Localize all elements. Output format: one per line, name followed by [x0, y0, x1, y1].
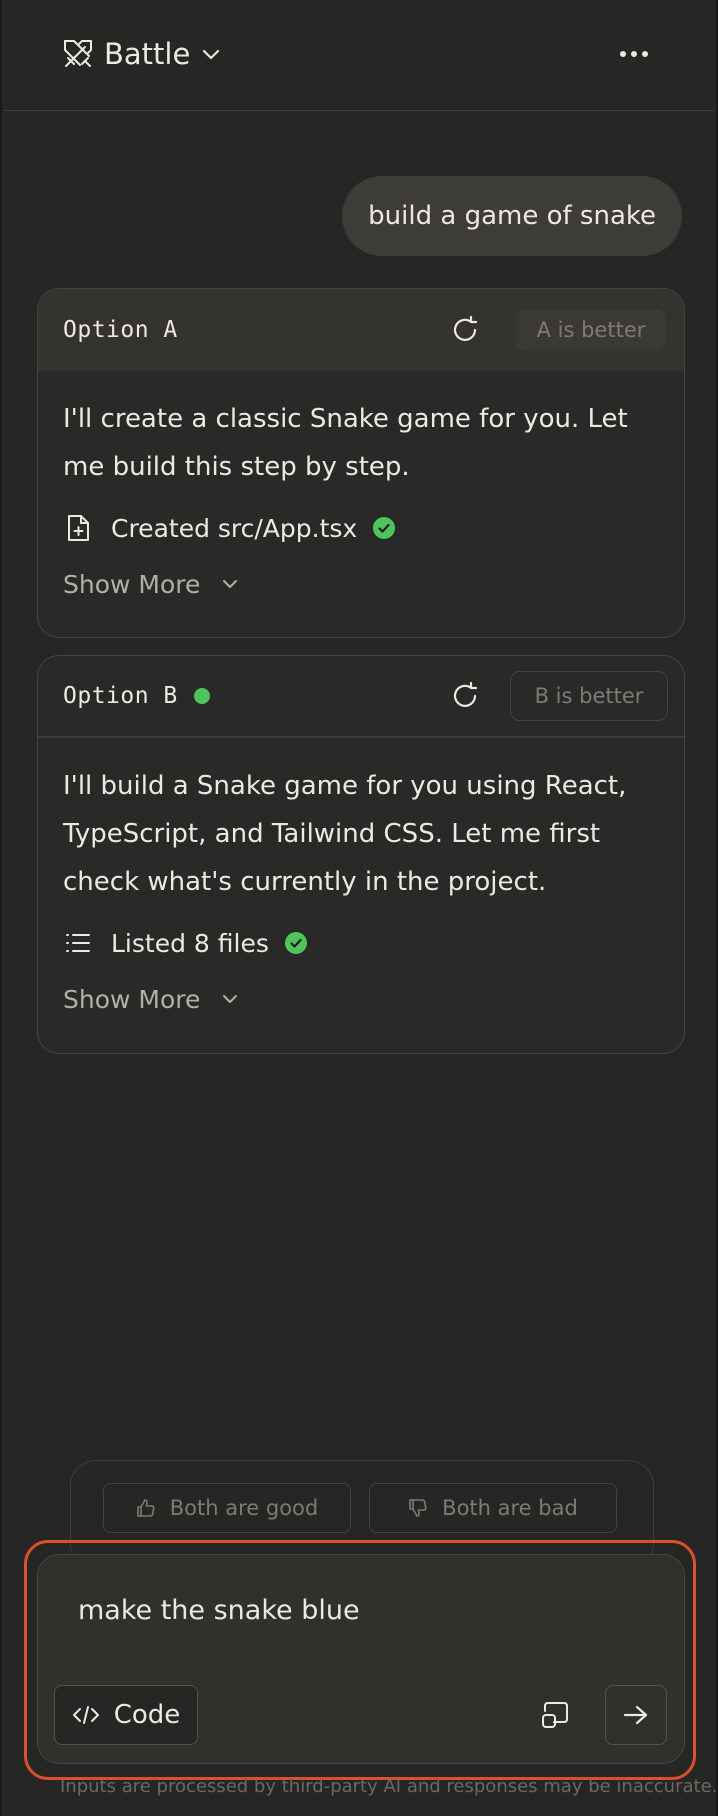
- more-horizontal-icon: [620, 51, 648, 57]
- chevron-down-icon: [203, 49, 220, 60]
- refresh-icon[interactable]: [450, 315, 480, 345]
- option-a-title: Option A: [63, 317, 178, 343]
- send-button[interactable]: [605, 1685, 667, 1745]
- code-mode-button[interactable]: Code: [54, 1685, 198, 1745]
- option-a-text: I'll create a classic Snake game for you…: [63, 404, 628, 482]
- option-b-body: I'll build a Snake game for you using Re…: [38, 738, 684, 1022]
- both-bad-button[interactable]: Both are bad: [369, 1483, 617, 1533]
- show-more-label: Show More: [63, 984, 201, 1014]
- show-more-label: Show More: [63, 569, 201, 599]
- chevron-down-icon: [223, 580, 238, 588]
- thumbs-up-icon: [136, 1499, 155, 1517]
- both-good-label: Both are good: [169, 1496, 319, 1520]
- disclaimer-text: Inputs are processed by third-party AI a…: [60, 1776, 718, 1797]
- tool-call-text: Created src/App.tsx: [111, 513, 358, 543]
- composer: make the snake blue Code: [37, 1554, 685, 1764]
- option-a-body: I'll create a classic Snake game for you…: [38, 371, 684, 607]
- option-b-text: I'll build a Snake game for you using Re…: [63, 771, 627, 897]
- user-message: build a game of snake: [342, 176, 682, 256]
- tool-call-text: Listed 8 files: [111, 928, 269, 958]
- option-a-card: Option A A is better I'll create a class…: [37, 288, 685, 638]
- tool-call-line: Created src/App.tsx: [63, 505, 659, 551]
- show-more-button[interactable]: Show More: [63, 976, 659, 1022]
- option-b-title: Option B: [63, 683, 178, 709]
- refresh-icon[interactable]: [450, 681, 480, 711]
- file-plus-icon: [68, 515, 89, 541]
- header: Battle: [4, 0, 714, 111]
- thumbs-down-icon: [409, 1499, 427, 1517]
- option-a-header: Option A A is better: [38, 289, 684, 371]
- more-options-button[interactable]: [614, 40, 654, 68]
- arrow-right-icon: [623, 1705, 648, 1725]
- check-circle-icon: [284, 932, 307, 954]
- show-more-button[interactable]: Show More: [63, 561, 659, 607]
- list-icon: [66, 934, 90, 952]
- option-b-card: Option B B is better I'll build a Snake …: [37, 655, 685, 1054]
- mode-switch[interactable]: Battle: [62, 34, 222, 74]
- message-input[interactable]: make the snake blue: [78, 1595, 360, 1626]
- option-b-header: Option B B is better: [38, 656, 684, 738]
- b-is-better-button[interactable]: B is better: [510, 671, 668, 721]
- mode-label: Battle: [104, 37, 191, 71]
- check-circle-icon: [373, 517, 396, 539]
- crossed-swords-icon: [64, 40, 92, 67]
- tool-call-line: Listed 8 files: [63, 920, 659, 966]
- both-bad-label: Both are bad: [442, 1496, 578, 1520]
- chevron-down-icon: [223, 995, 238, 1003]
- both-good-button[interactable]: Both are good: [103, 1483, 351, 1533]
- attach-icon[interactable]: [538, 1697, 574, 1733]
- status-dot: [193, 688, 210, 704]
- code-mode-label: Code: [113, 1700, 181, 1730]
- a-is-better-button[interactable]: A is better: [516, 309, 666, 351]
- app-frame: Battle build a game of snake Option A A …: [0, 0, 718, 1816]
- code-icon: [72, 1706, 99, 1724]
